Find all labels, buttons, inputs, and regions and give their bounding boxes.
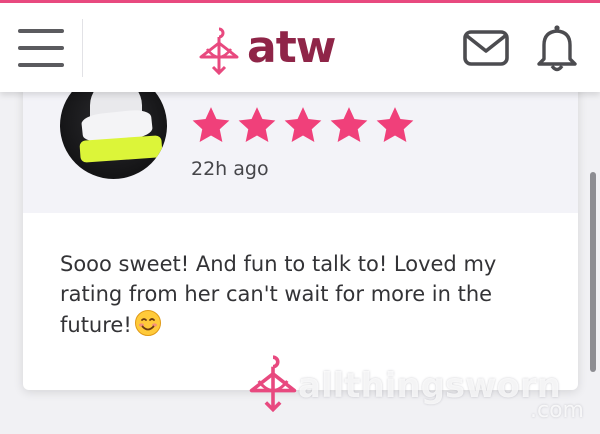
brand-accent-line [0, 0, 600, 3]
star-rating [190, 104, 416, 146]
notifications-button[interactable] [534, 23, 580, 73]
review-text-content: Sooo sweet! And fun to talk to! Loved my… [60, 252, 497, 337]
menu-line [18, 29, 64, 33]
avatar-photo-detail [79, 135, 163, 163]
review-timestamp: 22h ago [191, 158, 269, 180]
menu-button[interactable] [12, 21, 70, 75]
watermark-tld: .com [530, 398, 584, 423]
envelope-icon [463, 30, 509, 66]
review-text: Sooo sweet! And fun to talk to! Loved my… [60, 249, 530, 340]
menu-line [18, 63, 64, 67]
site-logo[interactable]: atw [193, 19, 336, 79]
smiling-face-icon [134, 310, 161, 336]
star-icon [238, 107, 276, 142]
logo-text: atw [247, 21, 336, 73]
hanger-arrow-logo-icon [199, 27, 239, 75]
scrollbar-thumb[interactable] [590, 172, 596, 372]
menu-line [18, 46, 64, 50]
header-divider [82, 19, 83, 77]
star-icon [192, 107, 230, 142]
top-bar: atw [0, 3, 600, 92]
star-icon [330, 107, 368, 142]
review-card: 22h ago Sooo sweet! And fun to talk to! … [23, 60, 578, 390]
bell-icon [537, 25, 577, 72]
star-icon [376, 107, 414, 142]
messages-button[interactable] [462, 27, 512, 69]
star-icon [284, 107, 322, 142]
